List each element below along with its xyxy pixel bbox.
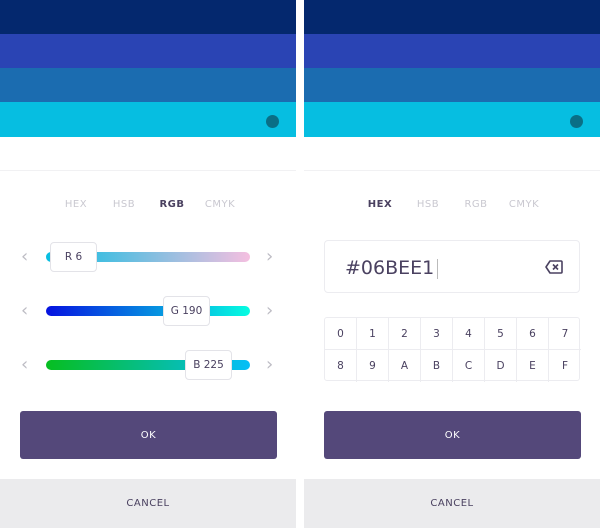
tab-cmyk[interactable]: CMYK: [196, 199, 244, 210]
color-swatch-4[interactable]: [304, 102, 600, 137]
tab-cmyk[interactable]: CMYK: [500, 199, 548, 210]
hex-input-value: #06BEE1: [345, 257, 435, 279]
key-d[interactable]: D: [485, 350, 517, 382]
color-swatch-1[interactable]: [0, 0, 296, 34]
tab-hsb[interactable]: HSB: [404, 199, 452, 210]
cancel-button[interactable]: CANCEL: [304, 479, 600, 528]
selected-indicator: [266, 115, 279, 128]
key-5[interactable]: 5: [485, 318, 517, 350]
tab-rgb[interactable]: RGB: [148, 199, 196, 210]
key-e[interactable]: E: [517, 350, 549, 382]
divider: [0, 170, 296, 171]
text-caret: [437, 258, 439, 279]
chevron-left-icon[interactable]: ‹: [21, 248, 28, 266]
hex-input[interactable]: #06BEE1: [324, 240, 580, 293]
color-swatch-3[interactable]: [304, 68, 600, 102]
blue-slider-thumb[interactable]: B 225: [185, 350, 232, 380]
key-0[interactable]: 0: [325, 318, 357, 350]
key-7[interactable]: 7: [549, 318, 581, 350]
tab-hex[interactable]: HEX: [52, 199, 100, 210]
hex-picker-panel: HEX HSB RGB CMYK #06BEE1 01234567 89ABCDE…: [304, 0, 600, 528]
key-9[interactable]: 9: [357, 350, 389, 382]
key-1[interactable]: 1: [357, 318, 389, 350]
ok-button[interactable]: OK: [324, 411, 581, 459]
cancel-button[interactable]: CANCEL: [0, 479, 296, 528]
color-swatch-1[interactable]: [304, 0, 600, 34]
key-a[interactable]: A: [389, 350, 421, 382]
chevron-right-icon[interactable]: ›: [266, 248, 273, 266]
key-f[interactable]: F: [549, 350, 581, 382]
mode-tabs: HEX HSB RGB CMYK: [304, 199, 600, 210]
key-4[interactable]: 4: [453, 318, 485, 350]
key-c[interactable]: C: [453, 350, 485, 382]
key-6[interactable]: 6: [517, 318, 549, 350]
ok-button[interactable]: OK: [20, 411, 277, 459]
color-swatch-2[interactable]: [304, 34, 600, 68]
key-3[interactable]: 3: [421, 318, 453, 350]
backspace-icon[interactable]: [545, 259, 563, 278]
chevron-left-icon[interactable]: ‹: [21, 356, 28, 374]
color-swatch-2[interactable]: [0, 34, 296, 68]
hex-keypad: 01234567 89ABCDEF: [324, 317, 581, 382]
key-8[interactable]: 8: [325, 350, 357, 382]
chevron-right-icon[interactable]: ›: [266, 356, 273, 374]
hex-input-value-wrap: #06BEE1: [345, 257, 439, 279]
tab-hex[interactable]: HEX: [356, 199, 404, 210]
chevron-left-icon[interactable]: ‹: [21, 302, 28, 320]
divider: [304, 170, 600, 171]
rgb-picker-panel: HEX HSB RGB CMYK ‹ R 6 › ‹ G 190 › ‹ B 2…: [0, 0, 296, 528]
chevron-right-icon[interactable]: ›: [266, 302, 273, 320]
tab-rgb[interactable]: RGB: [452, 199, 500, 210]
selected-indicator: [570, 115, 583, 128]
key-b[interactable]: B: [421, 350, 453, 382]
red-slider-thumb[interactable]: R 6: [50, 242, 97, 272]
tab-hsb[interactable]: HSB: [100, 199, 148, 210]
key-2[interactable]: 2: [389, 318, 421, 350]
color-swatch-3[interactable]: [0, 68, 296, 102]
mode-tabs: HEX HSB RGB CMYK: [0, 199, 296, 210]
green-slider-thumb[interactable]: G 190: [163, 296, 210, 326]
green-slider-track[interactable]: [46, 306, 250, 316]
color-swatch-4[interactable]: [0, 102, 296, 137]
